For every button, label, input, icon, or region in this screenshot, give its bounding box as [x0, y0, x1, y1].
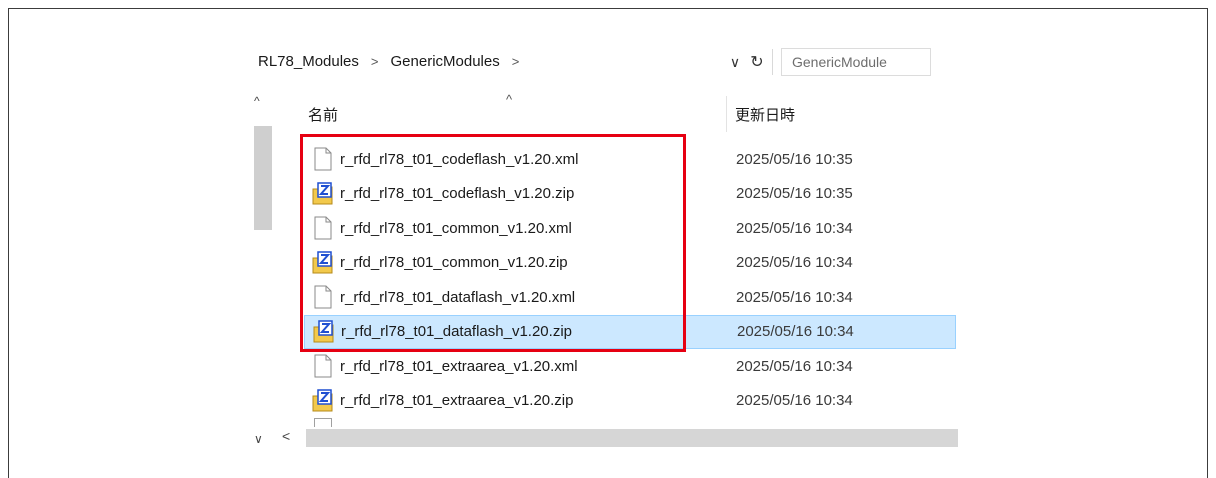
file-date: 2025/05/16 10:35: [736, 150, 853, 168]
file-date: 2025/05/16 10:34: [737, 323, 854, 341]
file-row[interactable]: r_rfd_rl78_t01_codeflash_v1.20.xml 2025/…: [304, 142, 956, 177]
file-name-cell: r_rfd_rl78_t01_dataflash_v1.20.zip: [305, 320, 735, 344]
zip-archive-icon: [312, 182, 333, 205]
sort-ascending-icon: ^: [506, 92, 513, 107]
file-row[interactable]: r_rfd_rl78_t01_extraarea_v1.20.xml 2025/…: [304, 349, 956, 384]
address-history-chevron-icon[interactable]: ∨: [726, 54, 744, 71]
horizontal-scroll-thumb[interactable]: [306, 429, 958, 447]
file-name: r_rfd_rl78_t01_codeflash_v1.20.zip: [340, 185, 575, 203]
file-name-cell: r_rfd_rl78_t01_dataflash_v1.20.xml: [304, 285, 734, 309]
column-header-date[interactable]: 更新日時: [735, 104, 795, 125]
xml-file-icon: [314, 285, 332, 309]
file-list: r_rfd_rl78_t01_codeflash_v1.20.xml 2025/…: [304, 142, 956, 418]
file-name: r_rfd_rl78_t01_common_v1.20.zip: [340, 254, 568, 272]
address-actions: ∨ ↻ GenericModule: [726, 48, 931, 76]
scroll-left-icon[interactable]: <: [282, 428, 290, 444]
file-row[interactable]: r_rfd_rl78_t01_codeflash_v1.20.zip 2025/…: [304, 177, 956, 212]
file-row[interactable]: r_rfd_rl78_t01_common_v1.20.xml 2025/05/…: [304, 211, 956, 246]
file-name: r_rfd_rl78_t01_dataflash_v1.20.zip: [341, 323, 572, 341]
file-name: r_rfd_rl78_t01_extraarea_v1.20.xml: [340, 357, 578, 375]
column-divider[interactable]: [726, 96, 727, 132]
address-bar: RL78_Modules > GenericModules > ∨ ↻ Gene…: [248, 42, 958, 80]
search-input[interactable]: GenericModule: [781, 48, 931, 76]
file-date: 2025/05/16 10:34: [736, 254, 853, 272]
file-name-cell: r_rfd_rl78_t01_codeflash_v1.20.xml: [304, 147, 734, 171]
file-name-cell: r_rfd_rl78_t01_common_v1.20.zip: [304, 251, 734, 275]
breadcrumb-item-rl78-modules[interactable]: RL78_Modules: [256, 53, 361, 70]
vertical-scrollbar[interactable]: ^ ∨: [248, 94, 274, 454]
breadcrumb-separator-icon[interactable]: >: [512, 54, 520, 69]
zip-archive-icon: [312, 251, 333, 274]
file-name: r_rfd_rl78_t01_extraarea_v1.20.zip: [340, 392, 574, 410]
vertical-scroll-thumb[interactable]: [254, 126, 272, 230]
zip-archive-icon: [312, 389, 333, 412]
file-date: 2025/05/16 10:34: [736, 357, 853, 375]
xml-file-icon: [314, 216, 332, 240]
xml-file-icon: [314, 147, 332, 171]
file-row[interactable]: r_rfd_rl78_t01_dataflash_v1.20.zip 2025/…: [304, 314, 956, 349]
file-name-cell: r_rfd_rl78_t01_codeflash_v1.20.zip: [304, 182, 734, 206]
column-header-row: ^ 名前 更新日時: [248, 92, 958, 132]
file-name-cell: r_rfd_rl78_t01_extraarea_v1.20.xml: [304, 354, 734, 378]
file-name: r_rfd_rl78_t01_common_v1.20.xml: [340, 219, 572, 237]
file-date: 2025/05/16 10:34: [736, 219, 853, 237]
breadcrumb-separator-icon[interactable]: >: [371, 54, 379, 69]
file-row[interactable]: r_rfd_rl78_t01_extraarea_v1.20.zip 2025/…: [304, 384, 956, 419]
zip-archive-icon: [313, 320, 334, 343]
horizontal-scrollbar[interactable]: <: [248, 426, 958, 450]
breadcrumb-item-generic-modules[interactable]: GenericModules: [389, 53, 502, 70]
file-date: 2025/05/16 10:34: [736, 392, 853, 410]
file-date: 2025/05/16 10:34: [736, 288, 853, 306]
column-header-name[interactable]: 名前: [308, 104, 338, 125]
xml-file-icon: [314, 354, 332, 378]
file-name-cell: r_rfd_rl78_t01_common_v1.20.xml: [304, 216, 734, 240]
file-explorer-window: RL78_Modules > GenericModules > ∨ ↻ Gene…: [248, 42, 958, 454]
file-name: r_rfd_rl78_t01_codeflash_v1.20.xml: [340, 150, 579, 168]
divider: [772, 49, 773, 75]
file-name: r_rfd_rl78_t01_dataflash_v1.20.xml: [340, 288, 576, 306]
file-row[interactable]: r_rfd_rl78_t01_common_v1.20.zip 2025/05/…: [304, 246, 956, 281]
file-name-cell: r_rfd_rl78_t01_extraarea_v1.20.zip: [304, 389, 734, 413]
refresh-icon[interactable]: ↻: [746, 52, 768, 72]
breadcrumb: RL78_Modules > GenericModules >: [256, 42, 529, 80]
file-row[interactable]: r_rfd_rl78_t01_dataflash_v1.20.xml 2025/…: [304, 280, 956, 315]
scroll-up-icon[interactable]: ^: [254, 94, 260, 108]
file-date: 2025/05/16 10:35: [736, 185, 853, 203]
